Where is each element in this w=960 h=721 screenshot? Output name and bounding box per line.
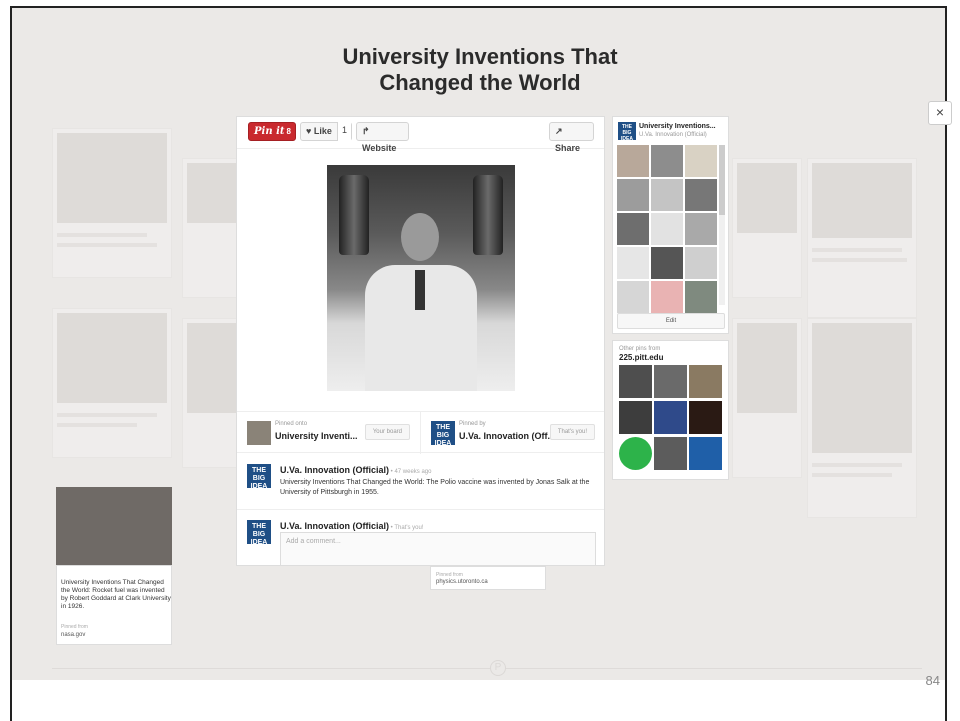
other-pins-source[interactable]: 225.pitt.edu (619, 353, 663, 362)
other-pin-thumb[interactable] (619, 365, 652, 398)
your-board-button[interactable]: Your board (364, 424, 410, 440)
pin-it-button[interactable]: Pin it 8 (248, 122, 296, 141)
page-number: 84 (925, 673, 940, 688)
pinned-by[interactable]: THE BIG IDEA Pinned by U.Va. Innovation … (421, 412, 604, 454)
other-pin-thumb[interactable] (689, 365, 722, 398)
pinner-name[interactable]: U.Va. Innovation (Off... (459, 431, 555, 441)
website-button[interactable]: ↱ Website (356, 122, 409, 153)
other-pin-thumb[interactable] (654, 401, 687, 434)
comment: THE BIG IDEA U.Va. Innovation (Official)… (237, 454, 604, 510)
pin-detail-panel: Pin it 8 ♥ Like 1 ↱ Website ↗ Share Pinn… (236, 116, 605, 566)
rocket-pin-image[interactable] (56, 487, 172, 573)
share-button[interactable]: ↗ Share (549, 122, 594, 153)
slide: P University Inventions That Changed the… (0, 0, 960, 721)
bottle-right (473, 175, 503, 255)
slide-title: University Inventions That Changed the W… (342, 44, 618, 95)
physics-pin-card[interactable]: Pinned from physics.utoronto.ca (430, 566, 546, 590)
like-button[interactable]: ♥ Like 1 (300, 122, 352, 141)
pin-toolbar: Pin it 8 ♥ Like 1 ↱ Website ↗ Share (237, 117, 604, 153)
big-idea-logo: THE BIG IDEA (431, 421, 455, 447)
board-owner[interactable]: U.Va. Innovation (Official) (639, 132, 707, 138)
pin-source[interactable]: physics.utoronto.ca (436, 579, 488, 585)
board-sidebar: THE BIG IDEA University Inventions... U.… (612, 116, 729, 334)
pin-source[interactable]: nasa.gov (61, 632, 85, 638)
board-title[interactable]: University Inventions... (639, 123, 716, 130)
other-pin-thumb[interactable] (619, 437, 652, 470)
comment-composer: THE BIG IDEA U.Va. Innovation (Official)… (237, 510, 604, 565)
board-thumbnail (247, 421, 271, 445)
other-pins-panel: Other pins from 225.pitt.edu (612, 340, 729, 480)
other-pin-thumb[interactable] (689, 401, 722, 434)
rocket-pin-card[interactable]: University Inventions That Changed the W… (56, 565, 172, 645)
thats-you-button[interactable]: That's you! (549, 424, 595, 440)
comment-text: University Inventions That Changed the W… (280, 479, 590, 496)
close-button[interactable]: × (928, 101, 952, 125)
other-pin-thumb[interactable] (619, 401, 652, 434)
board-scrollbar[interactable] (719, 145, 725, 305)
big-idea-logo: THE BIG IDEA (247, 520, 271, 546)
pin-image[interactable] (327, 165, 515, 391)
other-pin-thumb[interactable] (654, 365, 687, 398)
board-pin-grid (617, 145, 717, 325)
bottle-left (339, 175, 369, 255)
close-icon: × (935, 104, 945, 120)
edit-button[interactable]: Edit (617, 313, 725, 329)
pin-attribution: Pinned onto University Inventi... Your b… (237, 411, 604, 454)
big-idea-logo: THE BIG IDEA (618, 122, 636, 142)
like-count: 1 (336, 122, 351, 141)
other-pin-thumb[interactable] (654, 437, 687, 470)
other-pin-thumb[interactable] (689, 437, 722, 470)
pin-count: 8 (286, 127, 291, 136)
pinned-onto[interactable]: Pinned onto University Inventi... Your b… (237, 412, 421, 454)
big-idea-logo: THE BIG IDEA (247, 464, 271, 490)
comment-input[interactable]: Add a comment... (280, 532, 596, 565)
board-name[interactable]: University Inventi... (275, 431, 358, 441)
